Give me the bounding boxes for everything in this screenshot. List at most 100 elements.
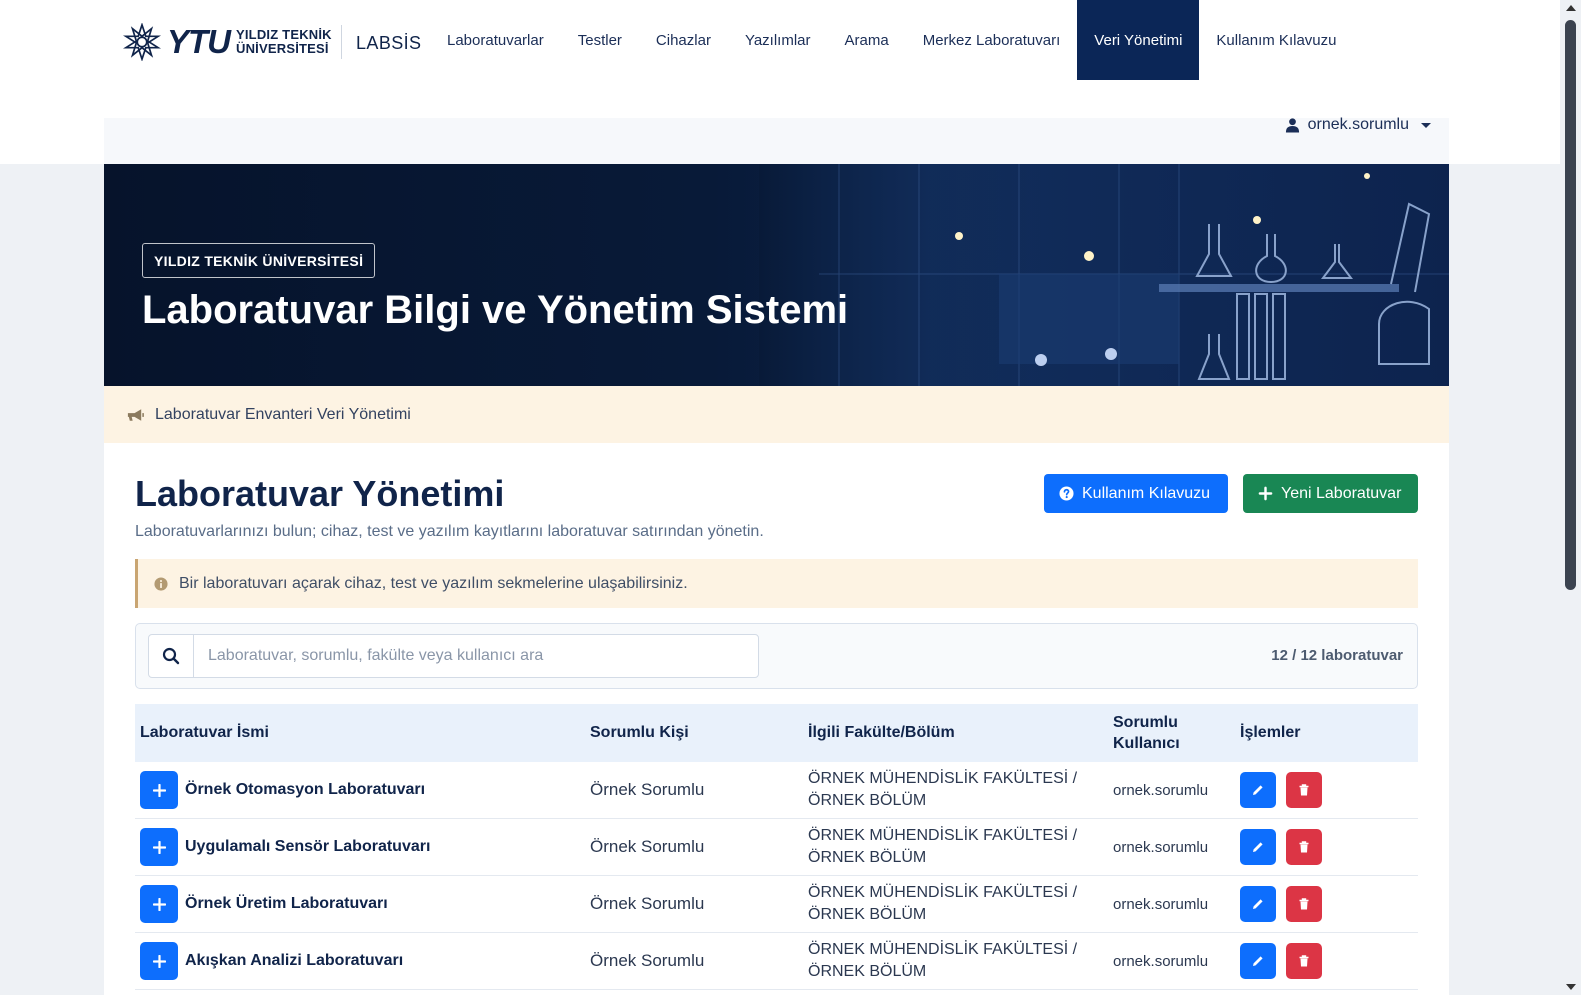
hero-university-tag: YILDIZ TEKNİK ÜNİVERSİTESİ xyxy=(142,243,376,278)
page-scrollbar[interactable] xyxy=(1560,0,1581,995)
new-laboratory-label: Yeni Laboratuvar xyxy=(1281,484,1402,502)
new-laboratory-button[interactable]: Yeni Laboratuvar xyxy=(1243,474,1418,513)
faculty-line-1: ÖRNEK MÜHENDİSLİK FAKÜLTESİ / xyxy=(808,941,1078,958)
faculty-line-1: ÖRNEK MÜHENDİSLİK FAKÜLTESİ / xyxy=(808,827,1078,844)
delete-button[interactable] xyxy=(1286,943,1322,979)
table-row: Akışkan Analizi Laboratuvarı Örnek Sorum… xyxy=(135,933,1418,990)
search-icon xyxy=(162,647,180,665)
row-actions xyxy=(1240,943,1418,979)
header-responsible-user-line-1: Sorumlu xyxy=(1113,714,1178,731)
delete-button[interactable] xyxy=(1286,772,1322,808)
logo-university-name: YILDIZ TEKNİK ÜNİVERSİTESİ xyxy=(236,28,332,56)
header-laboratory-name[interactable]: Laboratuvar İsmi xyxy=(135,724,590,742)
nav-item-kullanim-kilavuzu[interactable]: Kullanım Kılavuzu xyxy=(1199,0,1353,80)
responsible-user: ornek.sorumlu xyxy=(1113,895,1209,913)
nav-item-cihazlar[interactable]: Cihazlar xyxy=(639,0,728,80)
nav-item-laboratuvarlar[interactable]: Laboratuvarlar xyxy=(430,0,561,80)
trash-icon xyxy=(1299,955,1309,967)
header-faculty-department[interactable]: İlgili Fakülte/Bölüm xyxy=(808,722,1113,744)
responsible-user: ornek.sorumlu xyxy=(1113,952,1209,970)
logo-wordmark: YTU xyxy=(167,23,231,60)
faculty-line-2: ÖRNEK BÖLÜM xyxy=(808,906,927,923)
laboratory-name-cell: Örnek Otomasyon Laboratuvarı xyxy=(135,771,590,809)
top-navbar: YTU YILDIZ TEKNİK ÜNİVERSİTESİ LABSİS La… xyxy=(0,0,1560,164)
edit-button[interactable] xyxy=(1240,943,1276,979)
pencil-icon xyxy=(1253,785,1263,795)
faculty-line-2: ÖRNEK BÖLÜM xyxy=(808,963,927,980)
logo-line-2: ÜNİVERSİTESİ xyxy=(236,41,329,56)
faculty-department: ÖRNEK MÜHENDİSLİK FAKÜLTESİ / ÖRNEK BÖLÜ… xyxy=(808,825,1113,869)
page-title: Laboratuvar Yönetimi xyxy=(135,473,505,514)
scroll-down-arrow-icon[interactable] xyxy=(1566,984,1576,990)
trash-icon xyxy=(1299,841,1309,853)
user-icon xyxy=(1285,118,1299,133)
nav-item-yazilimlar[interactable]: Yazılımlar xyxy=(728,0,828,80)
faculty-department: ÖRNEK MÜHENDİSLİK FAKÜLTESİ / ÖRNEK BÖLÜ… xyxy=(808,939,1113,983)
laboratory-name-cell: Uygulamalı Sensör Laboratuvarı xyxy=(135,828,590,866)
table-header: Laboratuvar İsmi Sorumlu Kişi İlgili Fak… xyxy=(135,704,1418,762)
faculty-line-2: ÖRNEK BÖLÜM xyxy=(808,849,927,866)
table-row: Uygulamalı Sensör Laboratuvarı Örnek Sor… xyxy=(135,819,1418,876)
search-group xyxy=(148,634,759,678)
laboratory-name-cell: Akışkan Analizi Laboratuvarı xyxy=(135,942,590,980)
responsible-person: Örnek Sorumlu xyxy=(590,780,705,799)
laboratory-name[interactable]: Akışkan Analizi Laboratuvarı xyxy=(185,952,403,970)
app-name[interactable]: LABSİS xyxy=(356,33,421,54)
header-responsible-person[interactable]: Sorumlu Kişi xyxy=(590,724,808,742)
edit-button[interactable] xyxy=(1240,886,1276,922)
faculty-line-2: ÖRNEK BÖLÜM xyxy=(808,792,927,809)
trash-icon xyxy=(1299,898,1309,910)
laboratory-name[interactable]: Örnek Otomasyon Laboratuvarı xyxy=(185,781,425,799)
faculty-department: ÖRNEK MÜHENDİSLİK FAKÜLTESİ / ÖRNEK BÖLÜ… xyxy=(808,768,1113,812)
delete-button[interactable] xyxy=(1286,829,1322,865)
main-content: Laboratuvar Yönetimi Laboratuvarlarınızı… xyxy=(104,443,1449,995)
main-nav: Laboratuvarlar Testler Cihazlar Yazılıml… xyxy=(430,0,1353,80)
plus-icon xyxy=(152,897,166,911)
laboratory-illustration xyxy=(759,164,1449,386)
trash-icon xyxy=(1299,784,1309,796)
search-input[interactable] xyxy=(194,635,758,677)
announcement-text: Laboratuvar Envanteri Veri Yönetimi xyxy=(155,405,411,423)
hero-banner: YILDIZ TEKNİK ÜNİVERSİTESİ Laboratuvar B… xyxy=(104,164,1449,386)
username-label: ornek.sorumlu xyxy=(1307,116,1409,133)
table-row: Örnek Üretim Laboratuvarı Örnek Sorumlu … xyxy=(135,876,1418,933)
delete-button[interactable] xyxy=(1286,886,1322,922)
laboratory-name[interactable]: Örnek Üretim Laboratuvarı xyxy=(185,895,388,913)
help-guide-button[interactable]: Kullanım Kılavuzu xyxy=(1044,474,1228,513)
nav-item-merkez-laboratuvari[interactable]: Merkez Laboratuvarı xyxy=(906,0,1078,80)
responsible-user: ornek.sorumlu xyxy=(1113,838,1209,856)
plus-icon xyxy=(152,783,166,797)
chevron-down-icon xyxy=(1421,122,1431,128)
responsible-person: Örnek Sorumlu xyxy=(590,951,705,970)
user-menu-dropdown[interactable]: ornek.sorumlu xyxy=(1285,116,1431,133)
laboratory-name[interactable]: Uygulamalı Sensör Laboratuvarı xyxy=(185,838,430,856)
scroll-up-arrow-icon[interactable] xyxy=(1566,5,1576,11)
edit-button[interactable] xyxy=(1240,829,1276,865)
expand-row-button[interactable] xyxy=(140,942,178,980)
header-responsible-user[interactable]: Sorumlu Kullanıcı xyxy=(1113,712,1240,754)
university-logo[interactable]: YTU YILDIZ TEKNİK ÜNİVERSİTESİ xyxy=(123,22,332,62)
announcement-bar: Laboratuvar Envanteri Veri Yönetimi xyxy=(104,386,1449,443)
expand-row-button[interactable] xyxy=(140,885,178,923)
user-strip: ornek.sorumlu xyxy=(104,116,1449,164)
scrollbar-thumb[interactable] xyxy=(1565,20,1576,590)
faculty-department: ÖRNEK MÜHENDİSLİK FAKÜLTESİ / ÖRNEK BÖLÜ… xyxy=(808,882,1113,926)
faculty-line-1: ÖRNEK MÜHENDİSLİK FAKÜLTESİ / xyxy=(808,770,1078,787)
expand-row-button[interactable] xyxy=(140,828,178,866)
pencil-icon xyxy=(1253,842,1263,852)
nav-item-testler[interactable]: Testler xyxy=(561,0,639,80)
nav-item-veri-yonetimi[interactable]: Veri Yönetimi xyxy=(1077,0,1200,80)
page-subtitle: Laboratuvarlarınızı bulun; cihaz, test v… xyxy=(135,523,764,540)
responsible-user: ornek.sorumlu xyxy=(1113,781,1209,799)
logo-divider xyxy=(341,25,342,59)
info-circle-icon xyxy=(154,576,168,591)
laboratory-table: Laboratuvar İsmi Sorumlu Kişi İlgili Fak… xyxy=(135,704,1418,990)
hero-title: Laboratuvar Bilgi ve Yönetim Sistemi xyxy=(142,288,849,332)
expand-row-button[interactable] xyxy=(140,771,178,809)
help-guide-label: Kullanım Kılavuzu xyxy=(1082,484,1211,502)
plus-icon xyxy=(152,954,166,968)
plus-icon xyxy=(1258,486,1273,501)
edit-button[interactable] xyxy=(1240,772,1276,808)
responsible-person: Örnek Sorumlu xyxy=(590,837,705,856)
nav-item-arama[interactable]: Arama xyxy=(828,0,906,80)
